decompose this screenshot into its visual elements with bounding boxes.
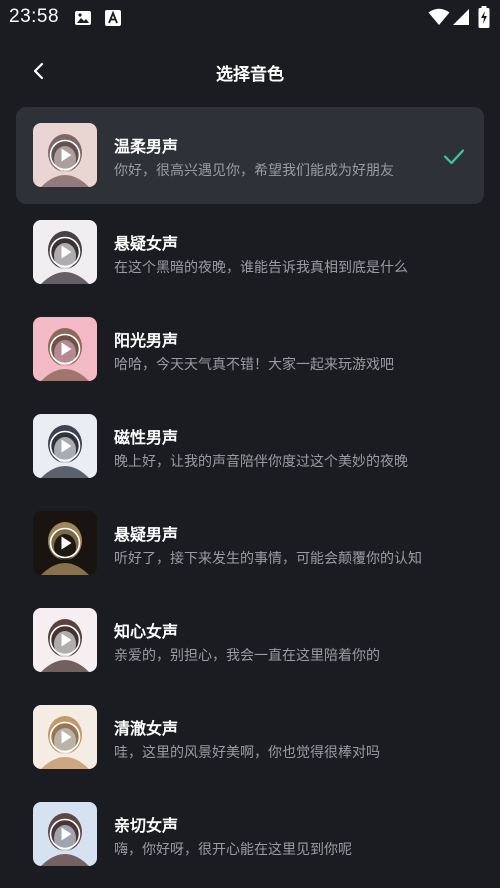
play-icon (49, 527, 81, 559)
battery-charging-icon (478, 6, 490, 32)
voice-name: 悬疑男声 (114, 525, 179, 544)
voice-item[interactable]: 磁性男声晚上好，让我的声音陪伴你度过这个美妙的夜晚 (16, 398, 484, 495)
voice-item[interactable]: 知心女声亲爱的，别担心，我会一直在这里陪着你的 (16, 592, 484, 689)
voice-name: 亲切女声 (114, 816, 179, 835)
text-a-icon (104, 9, 122, 31)
play-icon (49, 430, 81, 462)
avatar[interactable] (33, 608, 97, 672)
voice-item[interactable]: 温柔男声你好，很高兴遇见你，希望我们能成为好朋友 (16, 107, 484, 204)
avatar[interactable] (33, 414, 97, 478)
voice-description: 你好，很高兴遇见你，希望我们能成为好朋友 (114, 163, 394, 179)
voice-item[interactable]: 亲切女声嗨，你好呀，很开心能在这里见到你呢 (16, 786, 484, 883)
avatar[interactable] (33, 220, 97, 284)
voice-list: 温柔男声你好，很高兴遇见你，希望我们能成为好朋友 悬疑女声在这个黑暗的夜晚，谁能告… (16, 107, 484, 883)
avatar[interactable] (33, 705, 97, 769)
play-icon (49, 818, 81, 850)
wifi-icon (428, 8, 450, 30)
voice-description: 在这个黑暗的夜晚，谁能告诉我真相到底是什么 (114, 260, 408, 276)
voice-item[interactable]: 清澈女声哇，这里的风景好美啊，你也觉得很棒对吗 (16, 689, 484, 786)
voice-description: 听好了，接下来发生的事情，可能会颠覆你的认知 (114, 551, 422, 567)
voice-item[interactable]: 悬疑女声在这个黑暗的夜晚，谁能告诉我真相到底是什么 (16, 204, 484, 301)
voice-description: 嗨，你好呀，很开心能在这里见到你呢 (114, 842, 352, 858)
play-icon (49, 236, 81, 268)
avatar[interactable] (33, 802, 97, 866)
status-time: 23:58 (9, 6, 60, 27)
app-header: 选择音色 (0, 48, 500, 94)
voice-description: 哇，这里的风景好美啊，你也觉得很棒对吗 (114, 745, 380, 761)
play-icon (49, 721, 81, 753)
signal-icon (452, 8, 470, 30)
avatar[interactable] (33, 123, 97, 187)
page-title: 选择音色 (216, 65, 284, 85)
voice-description: 哈哈，今天天气真不错！大家一起来玩游戏吧 (114, 357, 394, 373)
voice-name: 悬疑女声 (114, 234, 179, 253)
voice-name: 知心女声 (114, 622, 179, 641)
voice-description: 亲爱的，别担心，我会一直在这里陪着你的 (114, 648, 380, 664)
play-icon (49, 333, 81, 365)
image-icon (74, 9, 92, 31)
voice-name: 阳光男声 (114, 331, 179, 350)
voice-description: 晚上好，让我的声音陪伴你度过这个美妙的夜晚 (114, 454, 408, 470)
voice-name: 清澈女声 (114, 719, 179, 738)
status-bar: 23:58 (0, 0, 500, 36)
voice-item[interactable]: 阳光男声哈哈，今天天气真不错！大家一起来玩游戏吧 (16, 301, 484, 398)
voice-name: 温柔男声 (114, 137, 179, 156)
avatar[interactable] (33, 317, 97, 381)
voice-item[interactable]: 悬疑男声听好了，接下来发生的事情，可能会颠覆你的认知 (16, 495, 484, 592)
voice-name: 磁性男声 (114, 428, 179, 447)
play-icon (49, 624, 81, 656)
play-icon (49, 139, 81, 171)
avatar[interactable] (33, 511, 97, 575)
check-icon (443, 149, 465, 165)
